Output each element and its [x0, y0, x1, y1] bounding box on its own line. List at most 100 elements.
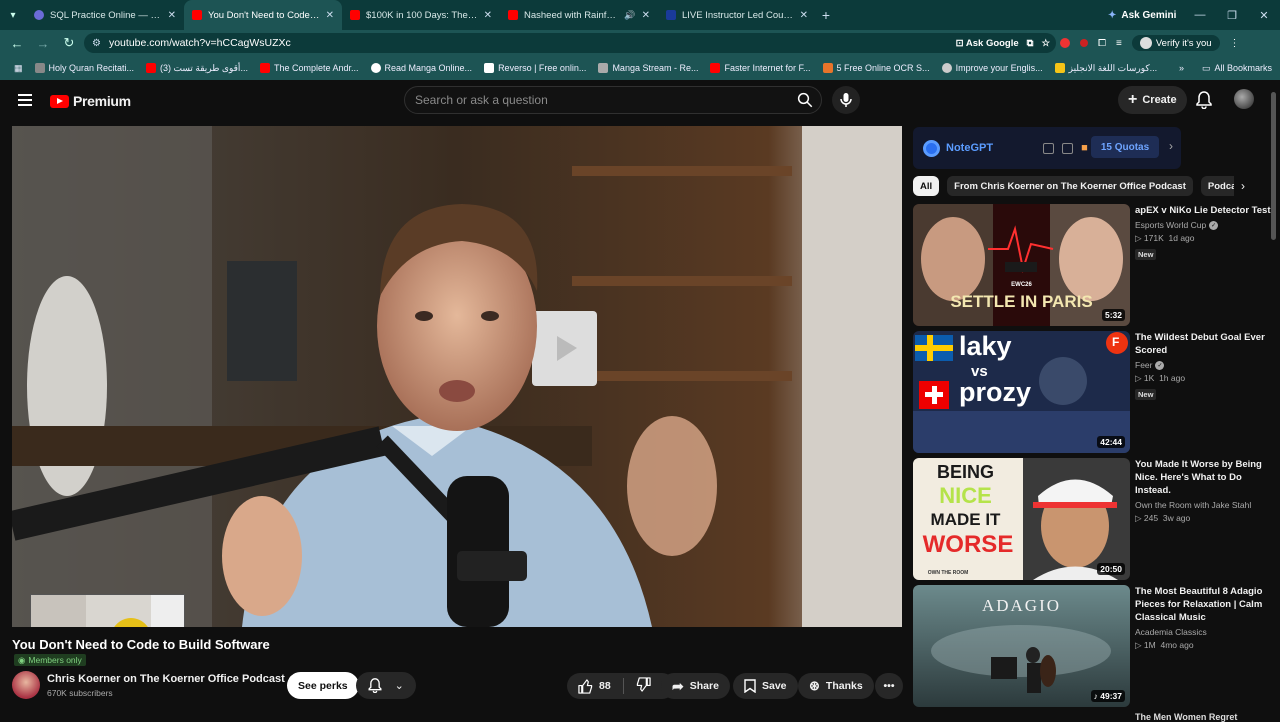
quota-button[interactable]: 15 Quotas	[1091, 136, 1159, 158]
bookmark-star-icon[interactable]: ☆	[1041, 38, 1050, 49]
chip-from-channel[interactable]: From Chris Koerner on The Koerner Office…	[947, 176, 1193, 196]
video-meta: The Wildest Debut Goal Ever Scored Feer ✓…	[1135, 331, 1271, 402]
see-perks-button[interactable]: See perks	[287, 672, 359, 699]
thanks-button[interactable]: ⊛ Thanks	[798, 673, 874, 699]
tab-close-icon[interactable]: ✕	[326, 10, 334, 21]
notifications-button[interactable]	[1196, 91, 1212, 114]
verify-profile-button[interactable]: Verify it's you	[1131, 35, 1220, 51]
account-avatar[interactable]	[1234, 89, 1254, 109]
tab-close-icon[interactable]: ✕	[168, 10, 176, 21]
captions-icon[interactable]	[1043, 142, 1055, 154]
save-label: Save	[762, 680, 787, 692]
forward-icon[interactable]: →	[30, 36, 56, 51]
view-count: 171K	[1143, 233, 1164, 243]
new-tab-button[interactable]: +	[816, 7, 836, 23]
browser-menu-icon[interactable]: ⋮	[1230, 38, 1240, 49]
gift-icon[interactable]: ■	[1081, 142, 1088, 154]
youtube-favicon-icon	[259, 63, 270, 73]
minimize-icon[interactable]: —	[1184, 9, 1216, 21]
youtube-favicon-icon	[508, 10, 518, 20]
close-window-icon[interactable]: ✕	[1248, 9, 1280, 22]
extension-red-icon[interactable]	[1060, 38, 1070, 48]
more-bookmarks-icon[interactable]: »	[1179, 63, 1184, 73]
notes-icon[interactable]	[1062, 142, 1074, 154]
dislike-button[interactable]	[630, 677, 657, 695]
save-button[interactable]: Save	[733, 673, 798, 699]
subscription-notification-button[interactable]: ⌄	[356, 672, 416, 699]
video-thumbnail[interactable]: ADAGIO ♪ 49:37	[913, 585, 1130, 707]
bookmark-item[interactable]: 5 Free Online OCR S...	[817, 63, 936, 73]
webcam-overlay	[30, 594, 185, 627]
reading-list-icon[interactable]: ≡	[1116, 38, 1122, 49]
channel-name-link[interactable]: Chris Koerner on The Koerner Office Podc…	[47, 673, 298, 685]
bookmark-label: Reverso | Free onlin...	[498, 63, 587, 73]
install-app-icon[interactable]: ⧉	[1027, 38, 1034, 49]
address-bar[interactable]: ⚙ youtube.com/watch?v=hCCagWsUZXc ⊡ Ask …	[84, 33, 1056, 53]
browser-tab-active[interactable]: You Don't Need to Code to Buil ✕	[184, 0, 342, 30]
recommended-video[interactable]: BEING NICE MADE IT WORSE OWN THE ROOM 20…	[913, 458, 1273, 580]
verified-icon: ✓	[1155, 360, 1165, 370]
share-button[interactable]: ➦ Share	[661, 673, 730, 699]
bookmark-favicon-icon	[484, 63, 495, 73]
video-thumbnail[interactable]: laky vs prozy F 42:44	[913, 331, 1130, 453]
reload-icon[interactable]: ↻	[56, 35, 82, 51]
search-input[interactable]: Search or ask a question	[404, 86, 822, 114]
video-player[interactable]	[12, 126, 902, 627]
bookmark-item[interactable]: Reverso | Free onlin...	[478, 63, 592, 73]
recommended-video[interactable]: EWC26 SETTLE IN PARIS 5:32 apEX v NiKo L…	[913, 204, 1273, 326]
notegpt-panel[interactable]: NoteGPT ■ 15 Quotas ›	[913, 127, 1181, 169]
bookmark-item[interactable]: كورسات اللغة الانجليز...	[1049, 63, 1164, 74]
tab-search-icon[interactable]: ▾	[0, 0, 26, 30]
voice-search-button[interactable]	[832, 86, 860, 114]
maximize-icon[interactable]: ❐	[1216, 9, 1248, 22]
views-row: ▷ 171K 1d ago	[1135, 233, 1271, 244]
bookmark-item[interactable]: Manga Stream - Re...	[592, 63, 704, 73]
ask-gemini-button[interactable]: ✦ Ask Gemini	[1108, 0, 1176, 30]
back-icon[interactable]: ←	[4, 36, 30, 51]
all-bookmarks-button[interactable]: » ▭ All Bookmarks	[1179, 56, 1272, 80]
youtube-logo-icon	[50, 94, 69, 108]
chevron-down-icon: ⌄	[394, 680, 404, 692]
like-button[interactable]: 88	[578, 678, 611, 694]
tab-close-icon[interactable]: ✕	[642, 10, 650, 21]
create-button[interactable]: + Create	[1118, 86, 1187, 114]
site-info-icon[interactable]: ⚙	[92, 38, 101, 49]
channel-name: Esports World Cup	[1135, 220, 1207, 230]
channel-avatar[interactable]	[12, 671, 40, 699]
tab-close-icon[interactable]: ✕	[484, 10, 492, 21]
tab-close-icon[interactable]: ✕	[800, 10, 808, 21]
more-actions-button[interactable]: •••	[875, 673, 903, 699]
audio-playing-icon[interactable]: 🔊	[624, 10, 635, 21]
bookmark-item[interactable]: (3) أقوى طريقة تست...	[140, 63, 254, 74]
bookmark-item[interactable]: Improve your Englis...	[936, 63, 1049, 73]
extension-record-icon[interactable]	[1080, 39, 1088, 47]
search-button[interactable]	[789, 87, 821, 113]
recommended-video[interactable]: ADAGIO ♪ 49:37 The Most Beautiful 8 Adag…	[913, 585, 1273, 707]
chips-next-icon[interactable]: ›	[1234, 176, 1252, 196]
chevron-right-icon[interactable]: ›	[1169, 139, 1173, 153]
bookmark-item[interactable]: Read Manga Online...	[365, 63, 479, 73]
page-scrollbar[interactable]	[1271, 92, 1276, 240]
extensions-puzzle-icon[interactable]: ⧠	[1098, 38, 1106, 49]
chip-all[interactable]: All	[913, 176, 940, 196]
menu-hamburger-icon[interactable]	[18, 94, 32, 106]
video-thumbnail[interactable]: EWC26 SETTLE IN PARIS 5:32	[913, 204, 1130, 326]
recommended-video[interactable]: laky vs prozy F 42:44 The Wildest Debut …	[913, 331, 1273, 453]
youtube-premium-logo[interactable]: Premium	[50, 93, 131, 109]
browser-tab[interactable]: LIVE Instructor Led Course: QA ✕	[658, 0, 816, 30]
ask-google-button[interactable]: ⊡ Ask Google	[956, 38, 1019, 49]
bell-icon	[368, 678, 382, 693]
browser-tab[interactable]: Nasheed with Rainfall | Cal 🔊 ✕	[500, 0, 658, 30]
bookmark-item[interactable]: Faster Internet for F...	[704, 63, 816, 73]
recommended-title: The Wildest Debut Goal Ever Scored	[1135, 332, 1265, 356]
browser-tab[interactable]: SQL Practice Online — Free Inte ✕	[26, 0, 184, 30]
browser-tab[interactable]: $100K in 100 Days: The Staffing ✕	[342, 0, 500, 30]
thanks-label: Thanks	[825, 680, 863, 692]
apps-grid-icon[interactable]: ▦	[8, 63, 29, 74]
bookmark-item[interactable]: The Complete Andr...	[254, 63, 365, 73]
bookmark-item[interactable]: Holy Quran Recitati...	[29, 63, 141, 73]
ask-google-label: Ask Google	[965, 37, 1019, 49]
verify-label: Verify it's you	[1155, 37, 1212, 49]
recommended-title: You Made It Worse by Being Nice. Here's …	[1135, 459, 1262, 496]
video-thumbnail[interactable]: BEING NICE MADE IT WORSE OWN THE ROOM 20…	[913, 458, 1130, 580]
